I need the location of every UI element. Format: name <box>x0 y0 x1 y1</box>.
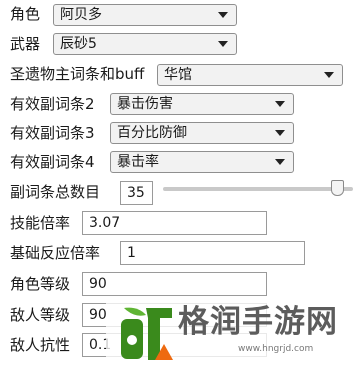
character-label: 角色 <box>10 5 41 23</box>
sub-total-input[interactable]: 35 <box>120 181 153 205</box>
reaction-multiplier-label: 基础反应倍率 <box>10 244 101 262</box>
character-level-label: 角色等级 <box>10 275 71 293</box>
chevron-down-icon <box>218 41 228 47</box>
sub-stat-4-select[interactable]: 暴击率 <box>110 151 294 173</box>
watermark: 格润手游网 www.hngrjd.com <box>106 300 364 366</box>
artifact-main-select-value: 华馆 <box>164 67 192 83</box>
character-level-input[interactable]: 90 <box>82 272 267 296</box>
chevron-down-icon <box>275 159 285 165</box>
character-select-value: 阿贝多 <box>60 7 102 23</box>
character-select[interactable]: 阿贝多 <box>53 4 237 26</box>
sub-total-slider-track[interactable] <box>163 187 353 191</box>
weapon-label: 武器 <box>10 35 41 53</box>
chevron-down-icon <box>324 72 334 78</box>
enemy-resistance-label: 敌人抗性 <box>10 336 71 354</box>
sub-total-label: 副词条总数目 <box>10 183 101 201</box>
artifact-main-select[interactable]: 华馆 <box>157 64 343 86</box>
skill-multiplier-input[interactable]: 3.07 <box>82 211 267 235</box>
sub-stat-4-select-value: 暴击率 <box>117 154 159 170</box>
sub-stat-3-label: 有效副词条3 <box>10 124 95 142</box>
reaction-multiplier-input[interactable]: 1 <box>120 241 305 265</box>
sub-stat-2-select-value: 暴击伤害 <box>117 96 173 112</box>
sub-stat-4-label: 有效副词条4 <box>10 153 95 171</box>
enemy-level-label: 敌人等级 <box>10 306 71 324</box>
skill-multiplier-label: 技能倍率 <box>10 214 71 232</box>
artifact-main-label: 圣遗物主词条和buff <box>10 65 145 83</box>
weapon-select-value: 辰砂5 <box>60 36 97 52</box>
chevron-down-icon <box>218 12 228 18</box>
sub-stat-2-select[interactable]: 暴击伤害 <box>110 93 294 115</box>
weapon-select[interactable]: 辰砂5 <box>53 33 237 55</box>
chevron-down-icon <box>275 101 285 107</box>
chevron-down-icon <box>275 130 285 136</box>
sub-total-slider-handle[interactable] <box>331 180 345 196</box>
watermark-url: www.hngrjd.com <box>238 344 314 354</box>
watermark-title: 格润手游网 <box>178 304 338 340</box>
sub-stat-2-label: 有效副词条2 <box>10 95 95 113</box>
sub-stat-3-select[interactable]: 百分比防御 <box>110 122 294 144</box>
sub-stat-3-select-value: 百分比防御 <box>117 125 187 141</box>
watermark-logo-icon <box>121 307 173 360</box>
